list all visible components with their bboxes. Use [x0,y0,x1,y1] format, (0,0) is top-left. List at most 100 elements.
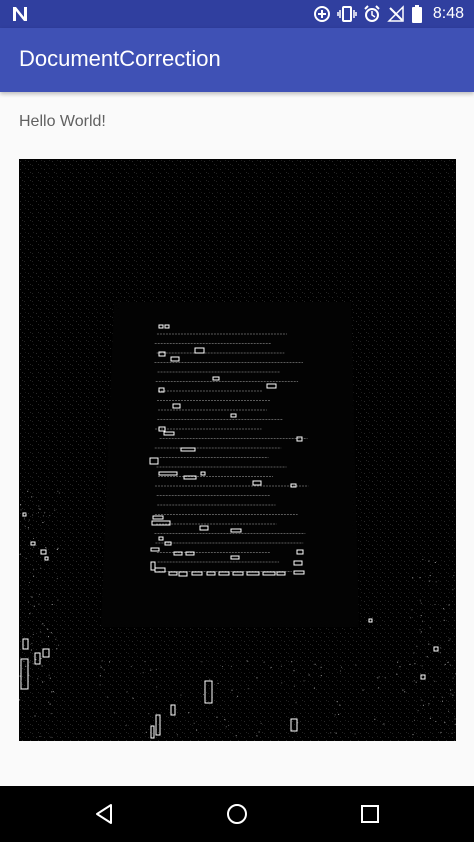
noise-speckle [150,669,152,671]
noise-speckle [414,663,416,665]
noise-speckle [420,602,422,604]
noise-speckle [44,511,46,513]
noise-speckle [50,736,52,738]
noise-speckle [109,661,110,663]
noise-speckle [412,734,414,736]
noise-speckle [126,691,128,693]
noise-speckle [422,704,424,706]
status-icons: 8:48 [313,0,464,28]
noise-speckle [29,661,31,663]
noise-speckle [450,664,451,666]
noise-speckle [20,509,22,511]
noise-speckle [100,666,102,668]
noise-speckle [40,567,42,569]
noise-speckle [54,509,56,511]
noise-speckle [145,731,147,733]
noise-speckle [125,725,127,727]
back-icon [96,804,112,824]
noise-speckle [439,652,441,654]
noise-speckle [338,713,340,715]
noise-speckle [444,722,446,724]
noise-speckle [237,695,239,697]
noise-speckle [422,621,424,623]
noise-speckle [42,681,44,683]
noise-speckle [434,680,436,682]
noise-speckle [410,617,412,619]
noise-speckle [56,578,58,580]
noise-speckle [35,659,37,661]
noise-speckle [314,663,316,665]
signal-icon [387,5,405,23]
noise-speckle [280,665,282,667]
vibrate-icon [337,5,357,23]
noise-speckle [56,549,58,550]
noise-speckle [193,722,195,724]
noise-speckle [38,593,40,595]
noise-speckle [31,496,33,498]
noise-speckle [260,722,262,724]
noise-speckle [443,608,445,610]
noise-speckle [33,538,34,539]
noise-speckle [19,699,21,701]
noise-speckle [256,677,258,679]
noise-speckle [42,522,44,523]
noise-speckle [48,674,50,676]
noise-speckle [114,712,116,714]
noise-speckle [144,661,146,663]
noise-speckle [402,689,404,691]
noise-speckle [216,716,218,718]
noise-speckle [448,710,449,712]
noise-speckle [295,702,297,704]
noise-speckle [50,713,52,715]
noise-speckle [452,589,454,591]
noise-speckle [435,581,437,583]
noise-speckle [231,689,233,691]
noise-speckle [378,676,380,678]
noise-speckle [258,731,260,733]
noise-speckle [419,577,421,579]
noise-speckle [30,649,32,651]
noise-speckle [33,569,35,571]
noise-speckle [37,678,39,680]
home-icon [227,804,247,824]
noise-speckle [156,686,158,688]
noise-speckle [34,715,36,717]
noise-speckle [429,575,431,577]
noise-speckle [196,729,198,731]
noise-speckle [412,577,414,579]
noise-speckle [441,696,443,698]
hello-text: Hello World! [19,113,106,130]
noise-speckle [415,681,417,683]
noise-speckle [40,658,42,660]
noise-speckle [19,553,21,555]
noise-speckle [57,547,59,549]
noise-speckle [450,693,452,695]
noise-speckle [384,677,386,679]
alarm-icon [363,5,381,23]
noise-speckle [451,732,453,734]
noise-speckle [209,678,211,680]
app-bar: DocumentCorrection [0,28,474,92]
noise-speckle [396,673,398,675]
noise-speckle [429,627,431,629]
noise-speckle [25,512,27,514]
noise-speckle [25,557,27,559]
noise-speckle [399,666,401,668]
noise-speckle [413,652,415,654]
noise-speckle [330,732,332,734]
noise-speckle [42,515,44,517]
noise-speckle [281,682,283,684]
back-button[interactable] [64,786,144,842]
home-button[interactable] [197,786,277,842]
noise-speckle [413,680,415,682]
noise-speckle [335,732,337,734]
noise-speckle [47,628,49,630]
noise-speckle [27,689,29,690]
recents-button[interactable] [330,786,410,842]
noise-speckle [23,518,25,520]
noise-speckle [336,701,338,703]
noise-speckle [362,689,364,691]
noise-speckle [99,675,101,677]
noise-speckle [99,684,101,686]
noise-speckle [416,645,418,647]
